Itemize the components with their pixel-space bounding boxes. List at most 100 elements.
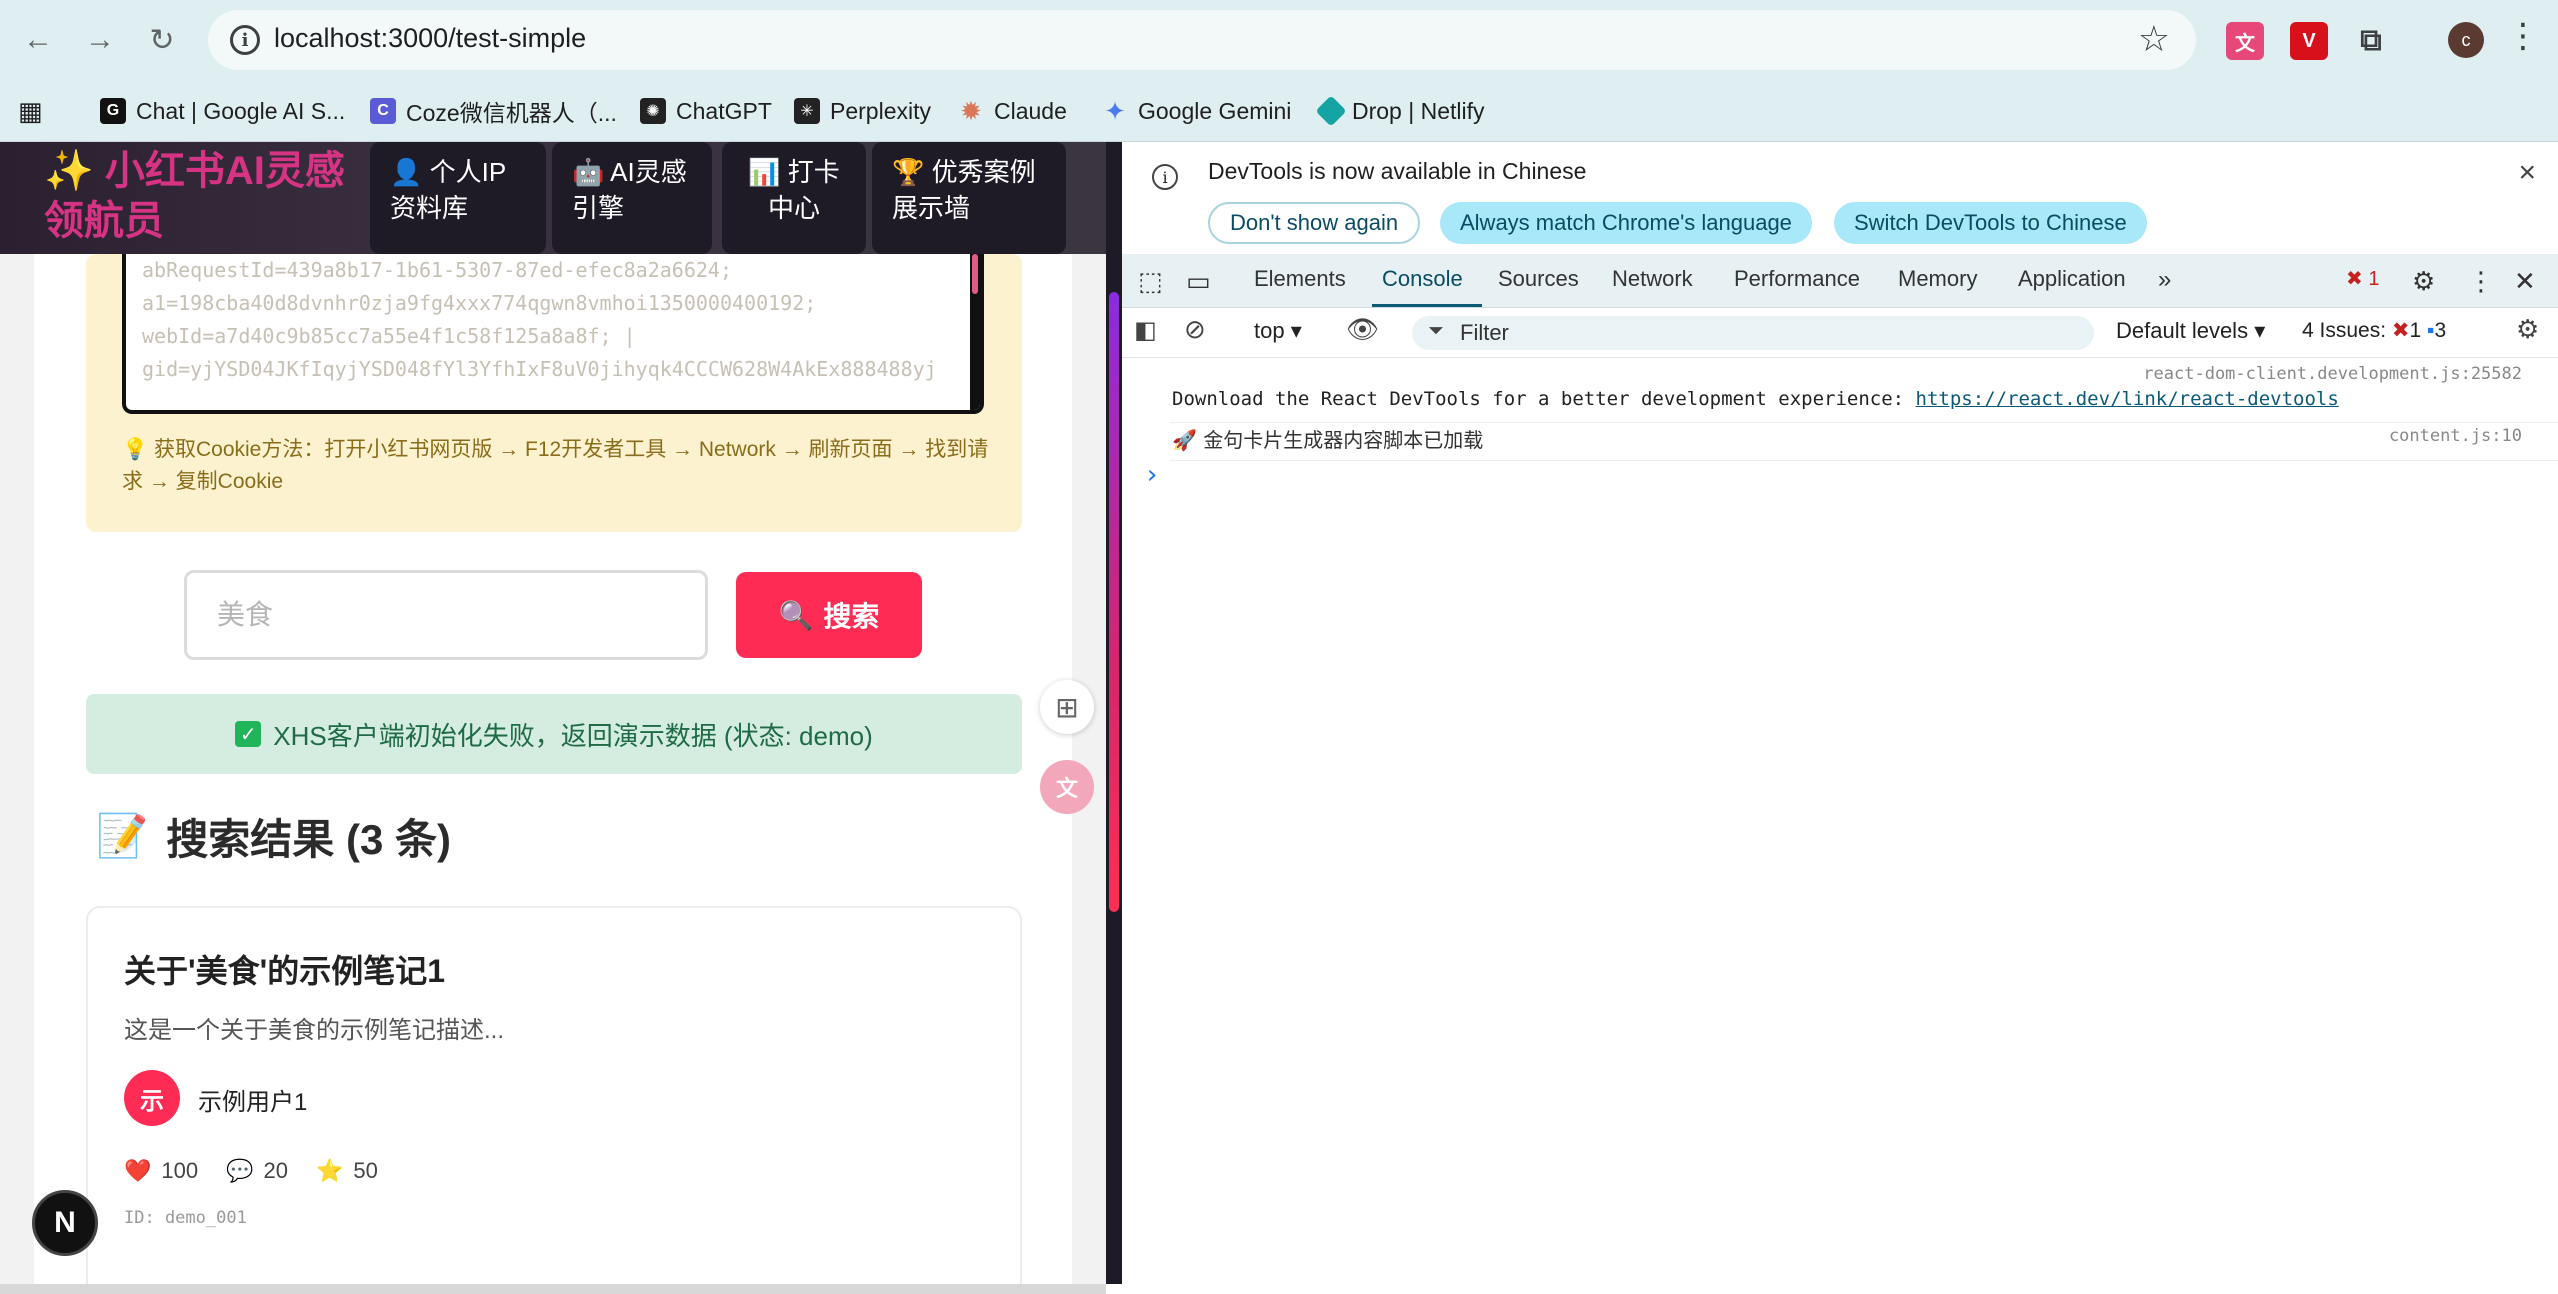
memo-icon: 📝 — [96, 812, 149, 859]
status-message: ✓ XHS客户端初始化失败，返回演示数据 (状态: demo) — [86, 694, 1022, 774]
url-text[interactable]: localhost:3000/test-simple — [274, 23, 586, 54]
console-settings-icon[interactable]: ⚙ — [2516, 314, 2539, 345]
stars-stat: ⭐ 50 — [316, 1158, 378, 1184]
console-message: Download the React DevTools for a better… — [1172, 388, 2552, 410]
close-banner-icon[interactable]: × — [2518, 156, 2536, 190]
info-icon: i — [1152, 164, 1178, 190]
nav-ai-engine[interactable]: 🤖 AI灵感引擎 — [552, 142, 712, 254]
profile-avatar[interactable]: c — [2448, 22, 2484, 58]
nav-checkin-center[interactable]: 📊 打卡中心 — [722, 142, 866, 254]
clear-console-icon[interactable]: ⊘ — [1184, 314, 1206, 345]
app-navbar: ✨ 小红书AI灵感领航员 👤 个人IP资料库 🤖 AI灵感引擎 📊 打卡中心 🏆… — [0, 142, 1106, 254]
bookmark-star-icon[interactable]: ☆ — [2138, 18, 2170, 60]
floating-translate-icon[interactable]: 文 — [1040, 760, 1094, 814]
react-devtools-link[interactable]: https://react.dev/link/react-devtools — [1916, 388, 2339, 410]
console-message-text: Download the React DevTools for a better… — [1172, 388, 1916, 410]
log-levels-dropdown[interactable]: Default levels ▾ — [2116, 318, 2265, 344]
bookmark-gemini[interactable]: ✦ Google Gemini — [1102, 92, 1291, 130]
note-description: 这是一个关于美食的示例笔记描述... — [124, 1017, 505, 1044]
dont-show-again-button[interactable]: Don't show again — [1208, 202, 1421, 244]
cookie-textarea[interactable]: abRequestId=439a8b17-1b61-5307-87ed-efec… — [122, 254, 984, 414]
bookmark-coze[interactable]: C Coze微信机器人（... — [370, 92, 617, 130]
console-filter-input[interactable]: Filter — [1412, 316, 2094, 350]
coze-icon: C — [370, 98, 396, 124]
translate-extension-icon[interactable]: 文 — [2226, 22, 2264, 60]
match-language-button[interactable]: Always match Chrome's language — [1440, 202, 1812, 244]
search-input[interactable]: 美食 — [184, 570, 708, 660]
issue-error-icon: ✖ — [2391, 319, 2410, 342]
note-stats: ❤️ 100 💬 20 ⭐ 50 — [124, 1158, 378, 1184]
bookmark-label: ChatGPT — [676, 97, 772, 124]
textarea-scrollbar[interactable] — [970, 254, 980, 410]
tab-sources[interactable]: Sources — [1498, 266, 1579, 292]
active-tab-indicator — [1372, 304, 1482, 307]
more-tabs-icon[interactable]: » — [2158, 266, 2171, 294]
device-toolbar-icon[interactable]: ▭ — [1186, 266, 1211, 297]
tab-network[interactable]: Network — [1612, 266, 1693, 292]
extensions-puzzle-icon[interactable]: ⧉ — [2352, 22, 2390, 60]
filter-icon: ⏷ — [1428, 320, 1444, 342]
tab-elements[interactable]: Elements — [1254, 266, 1346, 292]
note-id: ID: demo_001 — [124, 1208, 247, 1228]
comments-count: 20 — [263, 1158, 289, 1183]
reload-icon[interactable]: ↻ — [140, 18, 184, 62]
message-source[interactable]: react-dom-client.development.js:25582 — [2143, 364, 2522, 384]
note-title[interactable]: 关于'美食'的示例笔记1 — [124, 946, 445, 992]
floating-widget-icon[interactable]: ⊞ — [1040, 680, 1094, 734]
address-bar[interactable]: i localhost:3000/test-simple ☆ — [208, 10, 2196, 70]
likes-stat: ❤️ 100 — [124, 1158, 198, 1184]
console-divider — [1170, 422, 2558, 423]
page-scrollbar-thumb[interactable] — [1109, 292, 1119, 912]
bookmark-claude[interactable]: ✹ Claude — [958, 92, 1067, 130]
switch-chinese-button[interactable]: Switch DevTools to Chinese — [1834, 202, 2147, 244]
bookmark-label: Drop | Netlify — [1352, 97, 1485, 124]
user-name: 示例用户1 — [198, 1089, 308, 1116]
scrollbar-thumb[interactable] — [972, 254, 978, 294]
close-devtools-icon[interactable]: ✕ — [2514, 266, 2536, 297]
devtools-panel: i DevTools is now available in Chinese ×… — [1122, 142, 2558, 1294]
bookmark-perplexity[interactable]: ✳ Perplexity — [794, 92, 931, 130]
page-horizontal-scrollbar[interactable] — [0, 1284, 1106, 1294]
results-heading: 📝 搜索结果 (3 条) — [96, 806, 451, 867]
search-button-label: 搜索 — [823, 601, 880, 632]
nav-showcase-wall[interactable]: 🏆 优秀案例展示墙 — [872, 142, 1066, 254]
results-title-text: 搜索结果 (3 条) — [166, 816, 451, 863]
site-info-icon[interactable]: i — [230, 25, 260, 55]
tab-application[interactable]: Application — [2018, 266, 2126, 292]
nav-ip-library[interactable]: 👤 个人IP资料库 — [370, 142, 546, 254]
stars-count: 50 — [353, 1158, 378, 1183]
bookmark-netlify[interactable]: Drop | Netlify — [1315, 92, 1485, 130]
cookie-tip: 💡 获取Cookie方法：打开小红书网页版 → F12开发者工具 → Netwo… — [122, 438, 989, 493]
settings-gear-icon[interactable]: ⚙ — [2412, 266, 2435, 297]
nextjs-badge[interactable]: N — [32, 1190, 98, 1256]
cookie-line: webId=a7d40c9b85cc7a55e4f1c58f125a8a8f; … — [142, 324, 636, 348]
brand-title[interactable]: ✨ 小红书AI灵感领航员 — [44, 146, 374, 246]
error-counter[interactable]: ✖ 1 — [2346, 266, 2379, 291]
issues-label: 4 Issues: — [2302, 319, 2387, 342]
back-icon[interactable]: ← — [16, 18, 60, 62]
user-avatar: 示 — [124, 1070, 180, 1126]
devtools-menu-icon[interactable]: ⋮ — [2468, 266, 2494, 297]
live-expression-eye-icon[interactable]: 👁 — [1346, 314, 1379, 345]
tab-performance[interactable]: Performance — [1734, 266, 1860, 292]
context-selector[interactable]: top ▾ — [1254, 318, 1302, 344]
sidebar-toggle-icon[interactable]: ◧ — [1134, 316, 1157, 345]
browser-toolbar: ← → ↻ i localhost:3000/test-simple ☆ 文 V… — [0, 0, 2558, 80]
devtools-splitter[interactable] — [1106, 142, 1122, 1284]
note-card[interactable]: 关于'美食'的示例笔记1 这是一个关于美食的示例笔记描述... 示 示例用户1 … — [86, 906, 1022, 1284]
cookie-panel: abRequestId=439a8b17-1b61-5307-87ed-efec… — [86, 254, 1022, 532]
search-button[interactable]: 🔍 搜索 — [736, 572, 922, 658]
bookmark-chatgpt[interactable]: ✺ ChatGPT — [640, 92, 772, 130]
apps-grid-icon[interactable]: ▦ — [18, 92, 43, 130]
chatgpt-icon: ✺ — [640, 98, 666, 124]
vivaldi-extension-icon[interactable]: V — [2290, 22, 2328, 60]
bookmark-google-ai[interactable]: G Chat | Google AI S... — [100, 92, 345, 130]
inspect-element-icon[interactable]: ⬚ — [1138, 266, 1163, 297]
console-prompt[interactable]: › — [1144, 460, 2558, 490]
forward-icon[interactable]: → — [78, 18, 122, 62]
issues-counter[interactable]: 4 Issues: ✖1 ▪3 — [2302, 318, 2446, 343]
tab-console[interactable]: Console — [1382, 266, 1463, 292]
error-icon: ✖ — [2346, 268, 2363, 290]
chrome-menu-icon[interactable]: ⋮ — [2506, 16, 2540, 56]
tab-memory[interactable]: Memory — [1898, 266, 1977, 292]
